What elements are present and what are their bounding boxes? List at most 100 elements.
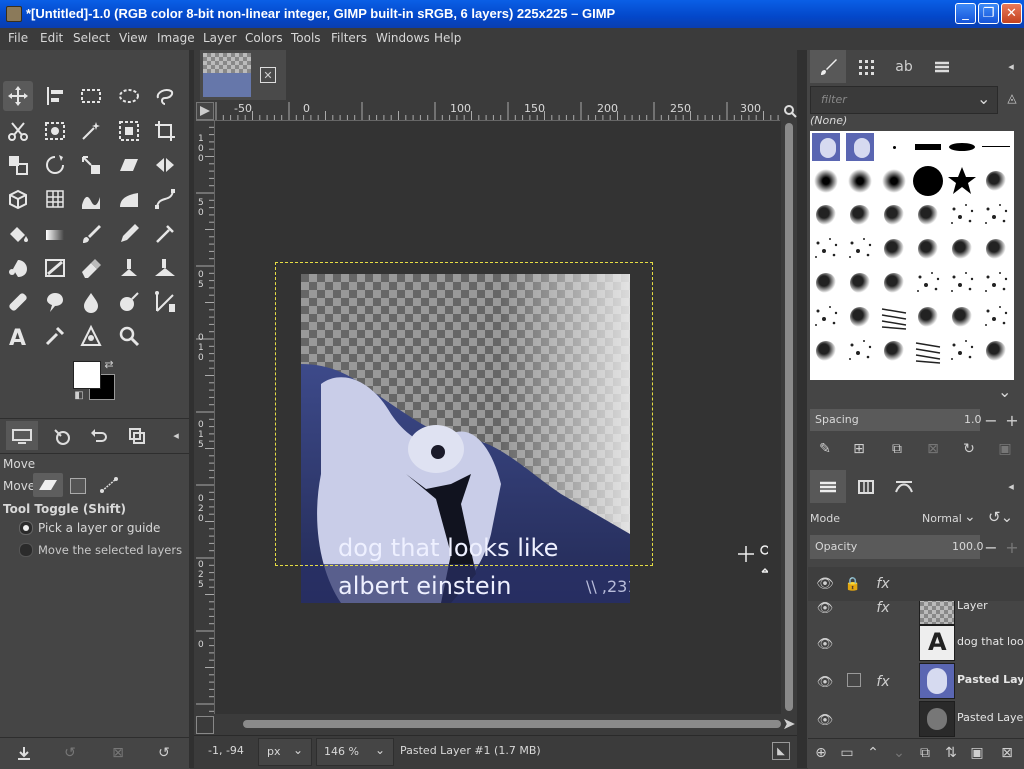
fuzzy-select-icon[interactable] — [76, 116, 106, 146]
align-tool-icon[interactable] — [40, 81, 70, 111]
fonts-tab-icon[interactable]: ab — [890, 56, 918, 78]
brushes-tab-menu-icon[interactable]: ◂ — [1004, 58, 1018, 74]
brush-cell[interactable] — [946, 165, 978, 197]
menu-edit[interactable]: Edit — [40, 31, 63, 45]
brush-cell[interactable] — [878, 301, 910, 333]
warp-transform-icon[interactable] — [76, 184, 106, 214]
crop-tool-icon[interactable] — [150, 116, 180, 146]
pick-layer-radio[interactable] — [19, 521, 33, 535]
delete-brush-icon[interactable]: ⊠ — [924, 440, 942, 458]
brush-cell[interactable] — [980, 335, 1012, 367]
brush-cell[interactable] — [878, 199, 910, 231]
reset-tool-options-icon[interactable]: ↺ — [154, 743, 174, 763]
brush-cell[interactable] — [980, 233, 1012, 265]
horizontal-scrollbar[interactable] — [243, 718, 781, 730]
eraser-icon[interactable] — [76, 253, 106, 283]
menu-view[interactable]: View — [119, 31, 147, 45]
heal-tool-icon[interactable] — [3, 287, 33, 317]
merge-layer-icon[interactable]: ⇅ — [942, 744, 960, 762]
layer-row-selected[interactable]: 👁 fx Pasted Layer — [808, 661, 1024, 699]
opacity-decrease-icon[interactable]: − — [982, 538, 1000, 557]
paintbrush-icon[interactable] — [76, 219, 106, 249]
gradient-tool-icon[interactable] — [40, 219, 70, 249]
brush-cell[interactable] — [980, 199, 1012, 231]
brush-cell[interactable] — [844, 165, 876, 197]
brush-grid[interactable] — [810, 131, 1014, 380]
maximize-button[interactable]: ❐ — [978, 3, 999, 24]
swap-colors-icon[interactable]: ⇄ — [103, 358, 115, 371]
layer-mask-icon[interactable]: ▣ — [968, 744, 986, 762]
brush-cell[interactable] — [844, 335, 876, 367]
brush-cell[interactable] — [878, 233, 910, 265]
raise-layer-icon[interactable]: ⌃ — [864, 744, 882, 762]
layer-row[interactable]: 👁 A dog that looks — [808, 623, 1024, 661]
vertical-scrollbar[interactable] — [783, 121, 795, 714]
menu-tools[interactable]: Tools — [291, 31, 321, 45]
bucket-fill-icon[interactable] — [3, 219, 33, 249]
layers-list[interactable]: 👁 fx Layer 👁 A dog that looks 👁 fx Paste… — [808, 601, 1024, 737]
brush-cell[interactable] — [810, 335, 842, 367]
brush-cell[interactable] — [980, 131, 1012, 163]
brush-cell[interactable] — [844, 233, 876, 265]
move-layer-mode-button[interactable] — [33, 473, 63, 497]
zoom-tool-icon[interactable] — [114, 321, 144, 351]
paths-tab-icon[interactable] — [890, 476, 918, 498]
brush-cell[interactable] — [946, 335, 978, 367]
dodge-burn-icon[interactable] — [114, 287, 144, 317]
vertical-ruler[interactable]: 10050050100150200250 — [196, 120, 215, 714]
scale-tool-icon[interactable] — [76, 150, 106, 180]
delete-layer-icon[interactable]: ⊠ — [998, 744, 1016, 762]
brush-cell[interactable] — [946, 267, 978, 299]
foreground-color-swatch[interactable] — [73, 361, 101, 389]
brush-cell[interactable] — [810, 301, 842, 333]
unified-transform-icon[interactable] — [3, 150, 33, 180]
menu-file[interactable]: File — [8, 31, 28, 45]
brush-cell[interactable] — [878, 131, 910, 163]
layer-row[interactable]: 👁 Pasted Layer — [808, 699, 1024, 737]
brush-cell[interactable] — [912, 301, 944, 333]
new-brush-icon[interactable]: ⊞ — [850, 440, 868, 458]
brush-cell[interactable] — [878, 165, 910, 197]
left-dock-separator[interactable] — [189, 50, 194, 768]
brush-cell[interactable] — [878, 267, 910, 299]
zoom-selector[interactable]: 146 % ⌄ — [316, 738, 394, 766]
spacing-slider[interactable]: Spacing 1.0 — [810, 409, 982, 431]
brush-cell[interactable] — [912, 131, 944, 163]
color-picker-icon[interactable] — [40, 321, 70, 351]
brush-cell[interactable] — [912, 199, 944, 231]
channels-tab-icon[interactable] — [852, 476, 880, 498]
opacity-increase-icon[interactable]: + — [1003, 538, 1021, 557]
layer-visibility-icon[interactable]: 👁 — [816, 601, 834, 617]
rect-select-icon[interactable] — [76, 81, 106, 111]
brush-cell[interactable] — [912, 267, 944, 299]
brush-cell[interactable] — [946, 131, 978, 163]
zoom-image-icon[interactable] — [782, 102, 798, 120]
brush-cell[interactable] — [980, 301, 1012, 333]
brush-grid-chevron-icon[interactable]: ⌄ — [998, 382, 1011, 401]
lower-layer-icon[interactable]: ⌄ — [890, 744, 908, 762]
spacing-decrease-icon[interactable]: − — [982, 411, 1000, 430]
move-selection-mode-button[interactable] — [70, 478, 86, 494]
brush-cell[interactable] — [844, 267, 876, 299]
move-path-mode-button[interactable] — [100, 477, 118, 493]
airbrush-icon[interactable] — [150, 219, 180, 249]
handle-transform-icon[interactable] — [114, 184, 144, 214]
minimize-button[interactable]: _ — [955, 3, 976, 24]
delete-tool-preset-icon[interactable]: ⊠ — [108, 743, 128, 763]
open-brush-icon[interactable]: ▣ — [996, 440, 1014, 458]
brush-filter-input[interactable]: filter ⌄ — [810, 86, 998, 114]
restore-tool-preset-icon[interactable]: ↺ — [60, 743, 80, 763]
move-selected-radio[interactable] — [19, 543, 33, 557]
menu-filters[interactable]: Filters — [331, 31, 367, 45]
close-window-button[interactable]: ✕ — [1001, 3, 1022, 24]
scissors-select-icon[interactable] — [3, 116, 33, 146]
mypaint-brush-icon[interactable] — [40, 253, 70, 283]
menu-layer[interactable]: Layer — [203, 31, 236, 45]
smudge-tool-icon[interactable] — [40, 287, 70, 317]
brush-cell[interactable] — [912, 233, 944, 265]
brush-cell[interactable] — [844, 301, 876, 333]
3d-transform-icon[interactable] — [3, 184, 33, 214]
foreground-select-icon[interactable] — [40, 116, 70, 146]
brush-cell[interactable] — [810, 199, 842, 231]
menu-windows[interactable]: Windows — [376, 31, 430, 45]
